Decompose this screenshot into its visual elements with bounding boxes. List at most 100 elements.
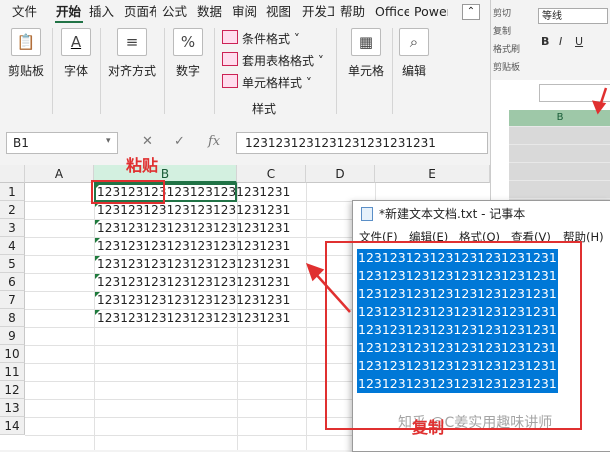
conditional-format-label: 条件格式 ˅ xyxy=(242,32,300,46)
italic-button[interactable]: I xyxy=(559,35,562,48)
row-header[interactable]: 7 xyxy=(0,291,25,309)
row-header[interactable]: 3 xyxy=(0,219,25,237)
formula-actions: ✕ ✓ fx xyxy=(128,132,232,154)
column-header-d[interactable]: D xyxy=(306,165,375,183)
tab-file[interactable]: 文件 xyxy=(12,3,40,21)
separator xyxy=(392,28,393,114)
second-column-header[interactable]: B xyxy=(509,110,610,126)
select-all-corner[interactable] xyxy=(0,165,25,183)
row-header[interactable]: 5 xyxy=(0,255,25,273)
cell-b3[interactable]: 1231231231231231231231231 xyxy=(97,219,290,237)
name-box[interactable]: B1 xyxy=(6,132,118,154)
column-header-a[interactable]: A xyxy=(25,165,94,183)
second-formula-box[interactable] xyxy=(539,84,610,102)
cell-b8[interactable]: 1231231231231231231231231 xyxy=(97,309,290,327)
editing-group[interactable]: ⌕ 编辑 xyxy=(396,28,432,79)
copy-annotation: 复制 xyxy=(412,418,445,437)
row-header[interactable]: 10 xyxy=(0,345,25,363)
cell-b4[interactable]: 1231231231231231231231231 xyxy=(97,237,290,255)
cells-label: 单元格 xyxy=(347,64,384,78)
format-as-table-button[interactable]: 套用表格格式 ˅ xyxy=(222,52,324,70)
table-format-icon xyxy=(222,52,238,66)
cell-styles-button[interactable]: 单元格样式 ˅ xyxy=(222,74,312,92)
name-box-dropdown-icon[interactable]: ▾ xyxy=(106,136,111,146)
cut-label[interactable]: 剪切 xyxy=(493,6,511,19)
font-color-icon: A xyxy=(61,28,91,56)
paste-highlight-box xyxy=(91,180,165,204)
percent-icon: % xyxy=(173,28,203,56)
grid-line xyxy=(306,183,307,450)
ribbon-tab-bar: 文件 开始 插入 页面布局 公式 数据 审阅 视图 开发工具 帮助 Office… xyxy=(0,0,490,24)
tab-help[interactable]: 帮助 xyxy=(340,3,368,21)
font-label: 字体 xyxy=(63,64,88,78)
row-header[interactable]: 4 xyxy=(0,237,25,255)
tab-developer[interactable]: 开发工具 xyxy=(302,3,334,21)
search-icon: ⌕ xyxy=(399,28,429,56)
row-header[interactable]: 1 xyxy=(0,183,25,201)
row-header[interactable]: 8 xyxy=(0,309,25,327)
separator xyxy=(336,28,337,114)
cells-icon: ▦ xyxy=(351,28,381,56)
tab-home[interactable]: 开始 xyxy=(56,3,84,21)
clipboard-label: 剪贴板 xyxy=(7,64,44,78)
copy-label[interactable]: 复制 xyxy=(493,24,511,37)
format-painter-label[interactable]: 格式刷 xyxy=(493,42,520,55)
cells-group[interactable]: ▦ 单元格 xyxy=(342,28,390,79)
conditional-format-icon xyxy=(222,30,238,44)
separator xyxy=(164,28,165,114)
cell-styles-label: 单元格样式 ˅ xyxy=(242,76,312,90)
format-as-table-label: 套用表格格式 ˅ xyxy=(242,54,324,68)
second-window-ribbon: 剪切 复制 格式刷 剪贴板 等线 B I U xyxy=(490,0,610,80)
row-header[interactable]: 13 xyxy=(0,399,25,417)
align-icon: ≡ xyxy=(117,28,147,56)
tab-power[interactable]: Power xyxy=(414,3,448,21)
number-label: 数字 xyxy=(175,64,200,78)
ribbon: 📋 剪贴板 A 字体 ≡ 对齐方式 % 数字 条件格式 ˅ 套用表格格式 ˅ 单… xyxy=(0,24,490,121)
tab-office[interactable]: Office xyxy=(375,3,409,21)
bold-button[interactable]: B xyxy=(541,35,549,48)
tab-formulas[interactable]: 公式 xyxy=(162,3,190,21)
active-tab-underline xyxy=(55,21,83,23)
tab-data[interactable]: 数据 xyxy=(197,3,225,21)
notepad-title: *新建文本文档.txt - 记事本 xyxy=(379,207,526,221)
formula-input[interactable]: 1231231231231231231231231 xyxy=(236,132,488,154)
tab-page-layout[interactable]: 页面布局 xyxy=(124,3,156,21)
underline-button[interactable]: U xyxy=(575,35,583,48)
cell-b6[interactable]: 1231231231231231231231231 xyxy=(97,273,290,291)
paste-annotation: 粘贴 xyxy=(126,156,159,175)
clipboard-icon: 📋 xyxy=(11,28,41,56)
tab-insert[interactable]: 插入 xyxy=(89,3,117,21)
row-header[interactable]: 11 xyxy=(0,363,25,381)
column-header-e[interactable]: E xyxy=(375,165,490,183)
row-header[interactable]: 6 xyxy=(0,273,25,291)
conditional-format-button[interactable]: 条件格式 ˅ xyxy=(222,30,300,48)
separator xyxy=(100,28,101,114)
cell-b5[interactable]: 1231231231231231231231231 xyxy=(97,255,290,273)
alignment-label: 对齐方式 xyxy=(107,64,156,78)
insert-function-icon[interactable]: fx xyxy=(208,134,220,149)
number-group[interactable]: % 数字 xyxy=(168,28,208,79)
cell-styles-icon xyxy=(222,74,238,88)
enter-icon[interactable]: ✓ xyxy=(174,134,185,149)
cell-b7[interactable]: 1231231231231231231231231 xyxy=(97,291,290,309)
editing-label: 编辑 xyxy=(401,64,426,78)
alignment-group[interactable]: ≡ 对齐方式 xyxy=(104,28,160,79)
font-name-box[interactable]: 等线 xyxy=(538,8,608,24)
cancel-icon[interactable]: ✕ xyxy=(142,134,153,149)
separator xyxy=(214,28,215,114)
font-group[interactable]: A 字体 xyxy=(56,28,96,79)
row-header[interactable]: 9 xyxy=(0,327,25,345)
row-header[interactable]: 2 xyxy=(0,201,25,219)
separator xyxy=(52,28,53,114)
clipboard-group[interactable]: 📋 剪贴板 xyxy=(4,28,48,79)
copy-highlight-box xyxy=(325,241,582,430)
row-header[interactable]: 12 xyxy=(0,381,25,399)
tab-review[interactable]: 审阅 xyxy=(232,3,260,21)
styles-label: 样式 xyxy=(252,102,277,116)
tab-view[interactable]: 视图 xyxy=(266,3,294,21)
clipboard-label-2: 剪贴板 xyxy=(493,63,521,73)
collapse-ribbon-icon[interactable]: ⌃ xyxy=(462,4,480,20)
row-header[interactable]: 14 xyxy=(0,417,25,435)
formula-bar: B1 ▾ ✕ ✓ fx 1231231231231231231231231 xyxy=(0,120,490,162)
column-header-c[interactable]: C xyxy=(237,165,306,183)
